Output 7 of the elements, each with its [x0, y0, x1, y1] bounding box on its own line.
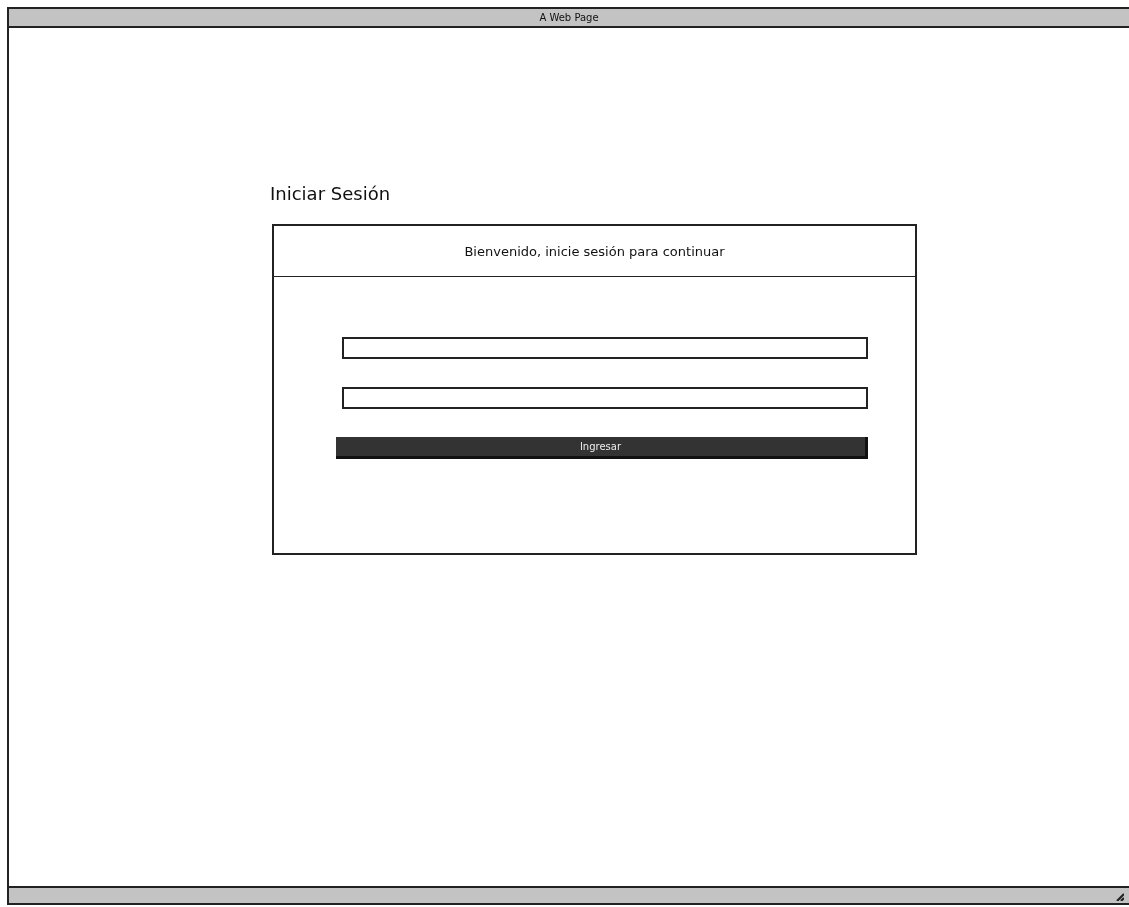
- input-field[interactable]: [342, 387, 868, 409]
- card-header: Bienvenido, inicie sesión para continuar: [464, 243, 725, 259]
- resize-grip-icon[interactable]: [1114, 890, 1124, 901]
- page-heading: Iniciar Sesión: [270, 183, 392, 204]
- input-field[interactable]: [342, 337, 868, 359]
- login-button[interactable]: Ingresar: [336, 437, 868, 459]
- window-title: A Web Page: [539, 12, 599, 23]
